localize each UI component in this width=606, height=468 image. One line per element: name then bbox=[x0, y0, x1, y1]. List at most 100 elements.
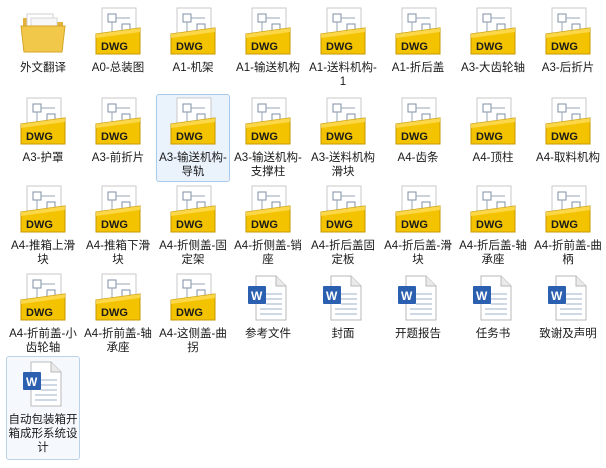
dwg-file-icon: DWG bbox=[92, 272, 144, 324]
svg-text:DWG: DWG bbox=[401, 131, 428, 143]
file-item-dwg[interactable]: DWG A3-输送机构-导轨 bbox=[156, 94, 230, 182]
dwg-file-icon: DWG bbox=[92, 96, 144, 148]
dwg-file-icon: DWG bbox=[542, 184, 594, 236]
dwg-file-icon: DWG bbox=[167, 96, 219, 148]
svg-text:DWG: DWG bbox=[326, 131, 353, 143]
dwg-file-icon: DWG bbox=[167, 272, 219, 324]
file-item-doc[interactable]: W 开题报告 bbox=[381, 270, 455, 358]
file-item-dwg[interactable]: DWG A4-取料机构 bbox=[531, 94, 605, 182]
dwg-file-icon: DWG bbox=[242, 96, 294, 148]
svg-text:DWG: DWG bbox=[26, 307, 53, 319]
word-document-icon: W bbox=[392, 272, 444, 324]
dwg-file-icon: DWG bbox=[167, 6, 219, 58]
dwg-file-icon: DWG bbox=[467, 184, 519, 236]
file-item-dwg[interactable]: DWG A4-这侧盖-曲拐 bbox=[156, 270, 230, 358]
dwg-file-icon: DWG bbox=[167, 184, 219, 236]
svg-text:DWG: DWG bbox=[476, 41, 503, 53]
file-item-dwg[interactable]: DWG A3-输送机构-支撑柱 bbox=[231, 94, 305, 182]
svg-text:DWG: DWG bbox=[176, 41, 203, 53]
dwg-file-icon: DWG bbox=[542, 6, 594, 58]
file-name-label: A4-折后盖-滑块 bbox=[384, 240, 452, 266]
file-item-dwg[interactable]: DWG A4-推箱上滑块 bbox=[6, 182, 80, 270]
folder-item[interactable]: 外文翻译 bbox=[6, 4, 80, 92]
file-name-label: A4-齿条 bbox=[397, 152, 439, 164]
svg-text:DWG: DWG bbox=[176, 131, 203, 143]
file-item-dwg[interactable]: DWG A4-折侧盖-销座 bbox=[231, 182, 305, 270]
file-grid: 外文翻译 DWG A0-总装图 DWG A1-机架 DWG A1-输送机构 DW… bbox=[0, 0, 606, 468]
svg-text:DWG: DWG bbox=[101, 307, 128, 319]
svg-text:DWG: DWG bbox=[101, 131, 128, 143]
file-name-label: A3-输送机构-导轨 bbox=[159, 152, 227, 178]
file-item-dwg[interactable]: DWG A3-后折片 bbox=[531, 4, 605, 92]
svg-text:DWG: DWG bbox=[251, 131, 278, 143]
file-item-dwg[interactable]: DWG A3-送料机构滑块 bbox=[306, 94, 380, 182]
file-name-label: A4-这侧盖-曲拐 bbox=[159, 328, 227, 354]
file-name-label: 任务书 bbox=[475, 328, 511, 340]
dwg-file-icon: DWG bbox=[317, 96, 369, 148]
file-name-label: A4-折后盖固定板 bbox=[311, 240, 375, 266]
word-document-icon: W bbox=[17, 358, 69, 410]
file-item-dwg[interactable]: DWG A4-折后盖-滑块 bbox=[381, 182, 455, 270]
file-item-dwg[interactable]: DWG A1-输送机构 bbox=[231, 4, 305, 92]
file-name-label: A3-输送机构-支撑柱 bbox=[234, 152, 302, 178]
file-item-dwg[interactable]: DWG A4-折后盖固定板 bbox=[306, 182, 380, 270]
file-item-dwg[interactable]: DWG A4-折前盖-曲柄 bbox=[531, 182, 605, 270]
file-item-doc[interactable]: W 致谢及声明 bbox=[531, 270, 605, 358]
file-item-dwg[interactable]: DWG A4-齿条 bbox=[381, 94, 455, 182]
file-name-label: A3-前折片 bbox=[91, 152, 145, 164]
file-name-label: 开题报告 bbox=[395, 328, 441, 340]
file-item-dwg[interactable]: DWG A4-折侧盖-固定架 bbox=[156, 182, 230, 270]
file-name-label: A3-后折片 bbox=[541, 62, 595, 74]
file-name-label: A4-取料机构 bbox=[536, 152, 600, 164]
svg-text:W: W bbox=[251, 289, 263, 303]
file-name-label: 封面 bbox=[331, 328, 355, 340]
file-item-doc[interactable]: W 自动包装箱开箱成形系统设计 bbox=[6, 356, 80, 460]
file-item-dwg[interactable]: DWG A1-折后盖 bbox=[381, 4, 455, 92]
dwg-file-icon: DWG bbox=[17, 96, 69, 148]
file-item-dwg[interactable]: DWG A4-折前盖-轴承座 bbox=[81, 270, 155, 358]
file-item-dwg[interactable]: DWG A4-推箱下滑块 bbox=[81, 182, 155, 270]
file-item-dwg[interactable]: DWG A4-折前盖-小齿轮轴 bbox=[6, 270, 80, 358]
file-item-doc[interactable]: W 任务书 bbox=[456, 270, 530, 358]
file-item-dwg[interactable]: DWG A3-护罩 bbox=[6, 94, 80, 182]
dwg-file-icon: DWG bbox=[92, 184, 144, 236]
file-item-dwg[interactable]: DWG A0-总装图 bbox=[81, 4, 155, 92]
dwg-file-icon: DWG bbox=[17, 184, 69, 236]
file-name-label: A4-折前盖-轴承座 bbox=[84, 328, 152, 354]
word-document-icon: W bbox=[467, 272, 519, 324]
file-item-dwg[interactable]: DWG A3-前折片 bbox=[81, 94, 155, 182]
dwg-file-icon: DWG bbox=[242, 184, 294, 236]
file-name-label: A1-机架 bbox=[172, 62, 214, 74]
file-name-label: A4-折侧盖-固定架 bbox=[159, 240, 227, 266]
file-item-dwg[interactable]: DWG A1-送料机构-1 bbox=[306, 4, 380, 92]
svg-text:DWG: DWG bbox=[326, 219, 353, 231]
file-name-label: 外文翻译 bbox=[20, 62, 66, 74]
dwg-file-icon: DWG bbox=[92, 6, 144, 58]
dwg-file-icon: DWG bbox=[17, 272, 69, 324]
svg-text:DWG: DWG bbox=[551, 219, 578, 231]
svg-text:DWG: DWG bbox=[176, 219, 203, 231]
dwg-file-icon: DWG bbox=[467, 6, 519, 58]
file-item-dwg[interactable]: DWG A4-折后盖-轴承座 bbox=[456, 182, 530, 270]
file-name-label: A1-输送机构 bbox=[236, 62, 300, 74]
file-item-dwg[interactable]: DWG A1-机架 bbox=[156, 4, 230, 92]
svg-text:DWG: DWG bbox=[476, 219, 503, 231]
svg-text:DWG: DWG bbox=[251, 219, 278, 231]
file-name-label: A4-折侧盖-销座 bbox=[234, 240, 302, 266]
svg-text:W: W bbox=[551, 289, 563, 303]
file-name-label: 致谢及声明 bbox=[539, 328, 597, 340]
dwg-file-icon: DWG bbox=[392, 96, 444, 148]
folder-icon bbox=[17, 6, 69, 58]
svg-text:DWG: DWG bbox=[476, 131, 503, 143]
word-document-icon: W bbox=[317, 272, 369, 324]
file-item-dwg[interactable]: DWG A4-顶柱 bbox=[456, 94, 530, 182]
file-item-doc[interactable]: W 参考文件 bbox=[231, 270, 305, 358]
file-name-label: A1-折后盖 bbox=[391, 62, 445, 74]
svg-text:DWG: DWG bbox=[326, 41, 353, 53]
svg-text:DWG: DWG bbox=[26, 219, 53, 231]
file-item-dwg[interactable]: DWG A3-大齿轮轴 bbox=[456, 4, 530, 92]
dwg-file-icon: DWG bbox=[317, 6, 369, 58]
svg-text:DWG: DWG bbox=[176, 307, 203, 319]
file-name-label: A4-折前盖-小齿轮轴 bbox=[9, 328, 77, 354]
file-item-doc[interactable]: W 封面 bbox=[306, 270, 380, 358]
